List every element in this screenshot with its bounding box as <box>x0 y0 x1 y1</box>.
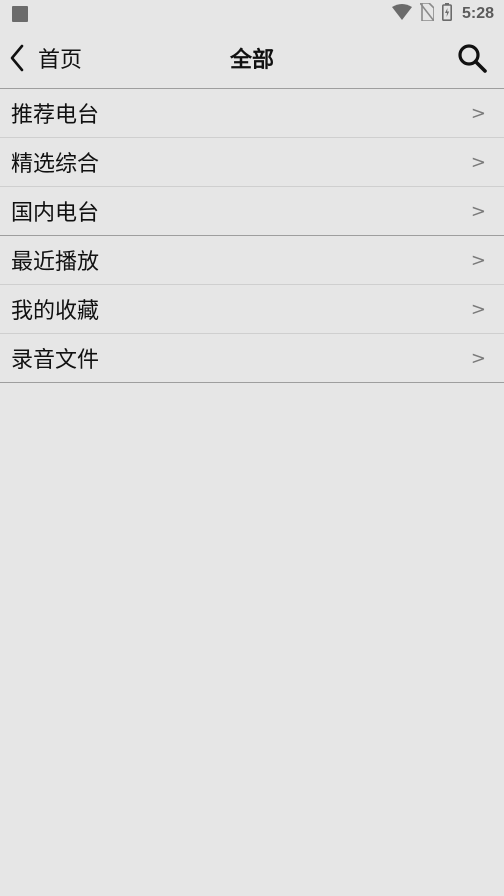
list-item-recently-played[interactable]: 最近播放 > <box>0 236 504 285</box>
list-item-recommended-stations[interactable]: 推荐电台 > <box>0 89 504 138</box>
list-item-featured-mix[interactable]: 精选综合 > <box>0 138 504 187</box>
list-item-my-favorites[interactable]: 我的收藏 > <box>0 285 504 334</box>
back-button[interactable]: 首页 <box>6 28 82 88</box>
chevron-right-icon: > <box>470 347 486 369</box>
no-sim-icon <box>419 2 435 25</box>
status-bar: 5:28 <box>0 0 504 28</box>
chevron-right-icon: > <box>470 200 486 222</box>
list-item-label: 录音文件 <box>11 348 100 373</box>
back-label[interactable]: 首页 <box>38 42 82 74</box>
list-item-label: 推荐电台 <box>11 103 100 128</box>
wifi-icon <box>391 4 412 24</box>
battery-charging-icon <box>441 3 452 25</box>
list-item-label: 国内电台 <box>11 201 100 226</box>
chevron-right-icon: > <box>470 102 486 124</box>
chevron-left-icon[interactable] <box>6 43 28 73</box>
notification-square-icon <box>12 6 28 22</box>
search-icon[interactable] <box>456 44 488 78</box>
status-icons: 5:28 <box>391 2 494 25</box>
category-list: 推荐电台 > 精选综合 > 国内电台 > 最近播放 > 我的收藏 > 录音文件 … <box>0 89 504 383</box>
list-item-label: 精选综合 <box>11 152 100 177</box>
list-item-domestic-stations[interactable]: 国内电台 > <box>0 187 504 236</box>
status-time: 5:28 <box>461 5 494 22</box>
app-bar: 首页 全部 <box>0 28 504 89</box>
search-button[interactable] <box>456 42 488 74</box>
list-item-label: 我的收藏 <box>11 299 100 324</box>
list-item-label: 最近播放 <box>11 250 100 275</box>
chevron-right-icon: > <box>470 249 486 271</box>
chevron-right-icon: > <box>470 151 486 173</box>
list-item-recordings[interactable]: 录音文件 > <box>0 334 504 383</box>
chevron-right-icon: > <box>470 298 486 320</box>
